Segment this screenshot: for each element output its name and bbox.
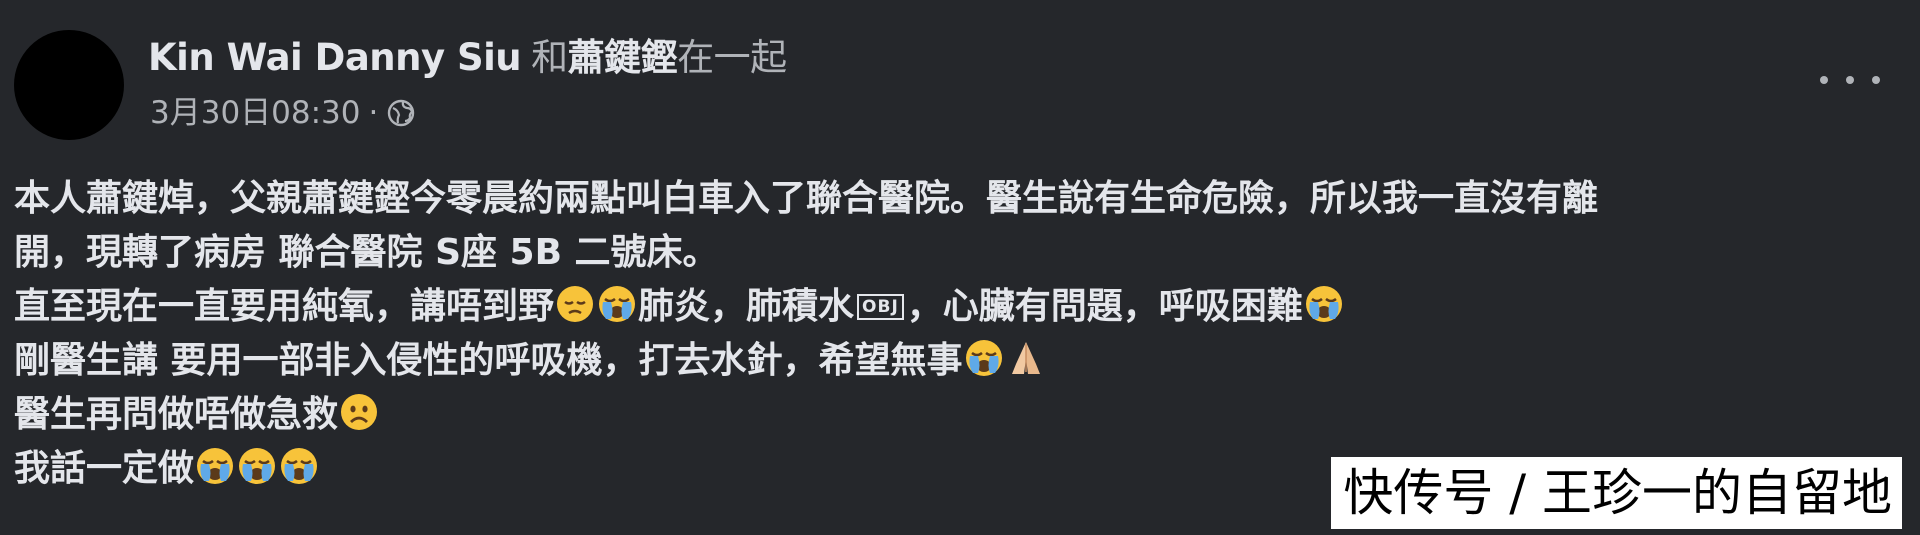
loudly-crying-face-emoji (279, 446, 319, 486)
post-line: 醫生再問做唔做急救 (14, 388, 1894, 442)
facebook-post: Kin Wai Danny Siu 和蕭鍵鏗在一起 3月30日08:30 · 本人… (0, 0, 1920, 535)
post-timestamp[interactable]: 3月30日08:30 (150, 93, 361, 133)
together-label: 在一起 (677, 36, 787, 79)
post-line: 開，現轉了病房 聯合醫院 S座 5B 二號床。 (14, 232, 719, 273)
loudly-crying-face-emoji (237, 446, 277, 486)
loudly-crying-face-emoji (964, 338, 1004, 378)
post-line: 直至現在一直要用純氧，講唔到野 肺炎，肺積水 OBJ ，心臟有問題，呼吸困難 (14, 280, 1894, 334)
post-text: ，心臟有問題，呼吸困難 (906, 286, 1303, 327)
post-text: 醫生再問做唔做急救 (14, 394, 339, 435)
post-text: 剛醫生講 要用一部非入侵性的呼吸機，打去水針，希望無事 (14, 340, 963, 381)
frowning-face-emoji (339, 392, 379, 432)
meta-separator: · (368, 95, 379, 131)
avatar[interactable] (14, 30, 124, 140)
post-meta: 3月30日08:30 · (150, 93, 416, 133)
post-line: 剛醫生講 要用一部非入侵性的呼吸機，打去水針，希望無事 (14, 334, 1894, 388)
pensive-face-emoji (555, 284, 595, 324)
more-options-icon[interactable] (1820, 60, 1880, 100)
folded-hands-emoji (1006, 338, 1046, 378)
post-body: 本人蕭鍵焯，父親蕭鍵鏗今零晨約兩點叫白車入了聯合醫院。醫生說有生命危險，所以我一… (14, 172, 1894, 496)
loudly-crying-face-emoji (1304, 284, 1344, 324)
author-name-link[interactable]: Kin Wai Danny Siu (148, 36, 522, 79)
loudly-crying-face-emoji (597, 284, 637, 324)
with-label: 和 (531, 36, 568, 79)
watermark-label: 快传号 / 王珍一的自留地 (1331, 457, 1902, 529)
post-text: 直至現在一直要用純氧，講唔到野 (14, 286, 555, 327)
loudly-crying-face-emoji (195, 446, 235, 486)
post-text: 肺炎，肺積水 (638, 286, 855, 327)
object-replacement-glyph: OBJ (857, 294, 904, 320)
post-text: 我話一定做 (14, 448, 195, 489)
globe-icon[interactable] (386, 98, 416, 128)
post-header: Kin Wai Danny Siu 和蕭鍵鏗在一起 (148, 34, 787, 82)
post-line: 本人蕭鍵焯，父親蕭鍵鏗今零晨約兩點叫白車入了聯合醫院。醫生說有生命危險，所以我一… (14, 178, 1599, 219)
tagged-person-link[interactable]: 蕭鍵鏗 (568, 36, 678, 79)
